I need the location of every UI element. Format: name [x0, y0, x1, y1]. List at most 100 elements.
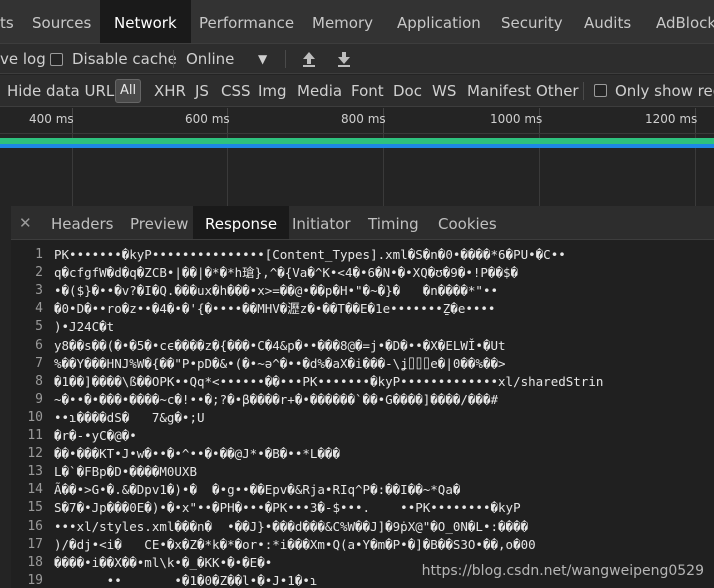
- response-line: 3 •�($}�••�v?�I�Q.���uх�h���•x>=��@•��p�H…: [11, 282, 714, 300]
- filter-manifest[interactable]: Manifest: [467, 75, 531, 106]
- response-line: 10 ••ɿ����dS� 7&g�•;U: [11, 409, 714, 427]
- response-line: 12 ��•���KT•J•w�••�•^••�•��@J*•�B�••*L���: [11, 445, 714, 463]
- line-number: 10: [27, 409, 43, 425]
- disable-cache-checkbox[interactable]: [50, 53, 63, 66]
- line-text: �0•D�••ro�z••�4�•�'{�••••��MHV�瀝z�•��T��…: [54, 301, 496, 317]
- throttling-select[interactable]: Online: [186, 44, 234, 73]
- line-number: 15: [27, 500, 43, 516]
- watermark-text: https://blog.csdn.net/wangweipeng0529: [421, 563, 704, 579]
- tab-adblock[interactable]: AdBlock: [656, 0, 714, 43]
- line-text: ~�••�•���•����~c�!••�;?�•β����r+�•������…: [54, 391, 499, 407]
- tab-sources[interactable]: Sources: [32, 0, 91, 43]
- line-number: 5: [35, 319, 43, 335]
- filter-css[interactable]: CSS: [221, 75, 251, 106]
- line-text: %��Y���HNJ%W�{��"P•pD�&•(�•~ə^�••�d%�aX�…: [54, 355, 506, 371]
- filter-ws[interactable]: WS: [432, 75, 456, 106]
- devtools-main-tabbar: ts Sources Network Performance Memory Ap…: [0, 0, 714, 44]
- filter-other[interactable]: Other: [536, 75, 579, 106]
- line-number: 13: [27, 464, 43, 480]
- tab-timing[interactable]: Timing: [368, 206, 419, 239]
- filter-xhr[interactable]: XHR: [154, 75, 186, 106]
- tab-performance[interactable]: Performance: [199, 0, 294, 43]
- line-number: 12: [27, 446, 43, 462]
- preserve-log-label[interactable]: ve log: [0, 44, 46, 73]
- hide-data-urls-label[interactable]: Hide data URLs: [7, 75, 122, 106]
- response-line: 7 %��Y���HNJ%W�{��"P•pD�&•(�•~ə^�••�d%�aX…: [11, 355, 714, 373]
- tab-security[interactable]: Security: [501, 0, 563, 43]
- line-number: 8: [35, 373, 43, 389]
- line-text: •• •�1�0�Z��l•�•J•1�•ɿ: [54, 572, 318, 588]
- response-line: 8 �1��]����\ß��OPK••Qq*<••••••��•••PK••••…: [11, 373, 714, 391]
- line-number: 11: [27, 428, 43, 443]
- line-text: •••xl/styles.xml���n� •��J}•���d���&C%W�…: [54, 518, 529, 534]
- timeline-tick-label: 600 ms: [185, 112, 230, 126]
- line-number: 19: [27, 572, 43, 588]
- line-number: 4: [35, 301, 43, 317]
- only-show-checkbox[interactable]: [594, 84, 607, 97]
- tab-application[interactable]: Application: [397, 0, 481, 43]
- disable-cache-label[interactable]: Disable cache: [72, 44, 177, 73]
- toolbar-divider: [173, 50, 174, 68]
- line-number: 1: [35, 247, 43, 262]
- tab-cookies[interactable]: Cookies: [438, 206, 497, 239]
- line-text: S�7�•Jp���0E�)•�•x"••�PH�•••�PK•••3�-$••…: [54, 500, 521, 516]
- line-text: Ã��•>G•�.&�Dpv1�)•� �•g••��Epv�&Rja•RIq^…: [54, 482, 461, 498]
- filter-divider: [583, 82, 584, 100]
- line-number: 18: [27, 554, 43, 570]
- request-detail-tabbar: ✕ Headers Preview Response Initiator Tim…: [11, 206, 714, 240]
- response-line: 16 •••xl/styles.xml���n� •��J}•���d���&C%…: [11, 518, 714, 536]
- tab-preview[interactable]: Preview: [130, 206, 188, 239]
- timeline-bar-download: [0, 144, 714, 148]
- line-number: 9: [35, 391, 43, 407]
- filter-media[interactable]: Media: [297, 75, 342, 106]
- line-text: y8��s��(�•�5�•cϵ����z�{���•C�4&p�••���8@…: [54, 337, 506, 353]
- timeline-tick-label: 1000 ms: [490, 112, 543, 126]
- response-body-viewer[interactable]: 1 PK•••••••�kyP•••••••••••••••[Content_Ty…: [11, 240, 714, 588]
- timeline-tick-label: 800 ms: [341, 112, 386, 126]
- tab-response[interactable]: Response: [193, 206, 290, 239]
- tab-memory[interactable]: Memory: [312, 0, 373, 43]
- tab-audits[interactable]: Audits: [584, 0, 631, 43]
- filter-font[interactable]: Font: [351, 75, 384, 106]
- filter-all[interactable]: All: [115, 79, 142, 103]
- line-number: 16: [27, 518, 43, 534]
- close-icon[interactable]: ✕: [19, 206, 32, 239]
- line-number: 2: [35, 265, 43, 281]
- filter-js[interactable]: JS: [195, 75, 209, 106]
- line-number: 7: [35, 355, 43, 371]
- response-line: 5 )•J24C�t: [11, 318, 714, 336]
- toolbar-divider: [285, 50, 286, 68]
- line-text: ••ɿ����dS� 7&g�•;U: [54, 409, 205, 425]
- response-line: 15 S�7�•Jp���0E�)•�•x"••�PH�•••�PK•••3�-$…: [11, 499, 714, 517]
- response-line: 4 �0•D�••ro�z••�4�•�'{�••••��MHV�瀝z�•��T�…: [11, 300, 714, 318]
- response-line: 2 q�cfgfW�d�q�ZCB•|��|�*�*h瑲},^�{Va�^K•<4…: [11, 264, 714, 282]
- line-number: 6: [35, 337, 43, 353]
- only-show-label[interactable]: Only show requ: [615, 75, 714, 106]
- response-line: 11 �r�-•yC�@�•: [11, 427, 714, 445]
- network-filter-bar: Hide data URLs All XHR JS CSS Img Media …: [0, 75, 714, 107]
- line-number: 14: [27, 482, 43, 498]
- timeline-ruler: 400 ms 600 ms 800 ms 1000 ms 1200 ms: [0, 108, 714, 134]
- line-text: )/�dj•<i� CE•�x�Z�*k�*�or•:*i���Xm•Q(a•Y…: [54, 536, 536, 552]
- line-text: PK•••••••�kyP•••••••••••••••[Content_Typ…: [54, 247, 566, 262]
- line-text: )•J24C�t: [54, 319, 115, 335]
- response-line: 6 y8��s��(�•�5�•cϵ����z�{���•C�4&p�••���8…: [11, 337, 714, 355]
- tab-headers[interactable]: Headers: [51, 206, 113, 239]
- tab-network[interactable]: Network: [100, 0, 191, 43]
- tab-initiator[interactable]: Initiator: [292, 206, 351, 239]
- response-line: 1 PK•••••••�kyP•••••••••••••••[Content_Ty…: [11, 246, 714, 264]
- chevron-down-icon[interactable]: ▼: [258, 44, 267, 73]
- tab-partial[interactable]: ts: [0, 0, 14, 43]
- export-har-icon[interactable]: [336, 50, 352, 68]
- response-line: 17)/�dj•<i� CE•�x�Z�*k�*�or•:*i���Xm•Q(a…: [11, 536, 714, 554]
- filter-img[interactable]: Img: [258, 75, 287, 106]
- timeline-tick-label: 400 ms: [29, 112, 74, 126]
- import-har-icon[interactable]: [301, 50, 317, 68]
- line-text: ��•���KT•J•w�••�•^••�•��@J*•�B�••*L���: [54, 446, 340, 462]
- line-text: �1��]����\ß��OPK••Qq*<••••••��•••PK•••••…: [54, 373, 604, 389]
- timeline-overview[interactable]: [0, 134, 714, 206]
- filter-doc[interactable]: Doc: [393, 75, 422, 106]
- network-toolbar: ve log Disable cache Online ▼: [0, 44, 714, 74]
- line-number: 3: [35, 283, 43, 299]
- line-text: •�($}�••�v?�I�Q.���uх�h���•x>=��@•��p�H•…: [54, 283, 499, 299]
